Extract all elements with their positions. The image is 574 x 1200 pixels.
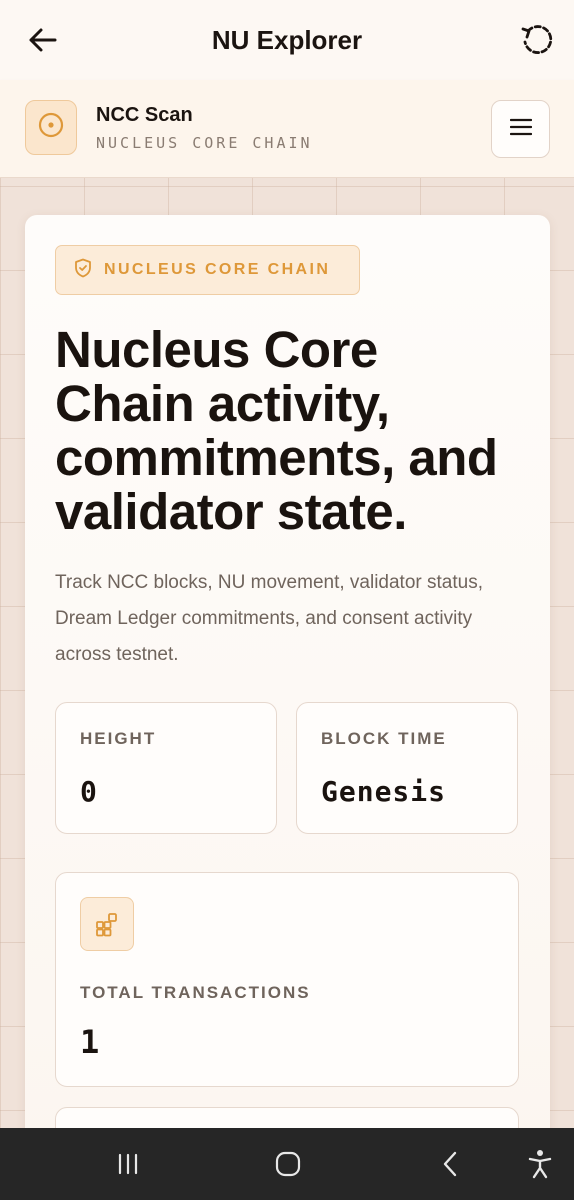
site-header <box>0 80 574 178</box>
brand-logo[interactable] <box>25 100 77 155</box>
screen: NU Explorer NCC Scan NUCLEUS CORE CHAIN … <box>0 0 574 1200</box>
reload-icon[interactable] <box>516 20 558 60</box>
transactions-label: TOTAL TRANSACTIONS <box>80 983 311 1002</box>
hamburger-menu-icon <box>509 118 532 141</box>
home-icon[interactable] <box>268 1146 308 1182</box>
shield-icon <box>74 258 92 283</box>
brand-name[interactable]: NCC Scan <box>96 104 193 127</box>
system-nav-bar <box>0 1128 574 1200</box>
target-circle-icon <box>37 111 65 144</box>
back-chevron-icon[interactable] <box>430 1146 470 1182</box>
stat-card-block-time: BLOCK TIME Genesis <box>296 702 518 834</box>
blocks-icon <box>80 897 134 951</box>
app-bar: NU Explorer <box>0 0 574 80</box>
app-title: NU Explorer <box>211 24 363 55</box>
brand-subtitle: NUCLEUS CORE CHAIN <box>96 134 313 152</box>
transactions-value: 1 <box>80 1023 100 1061</box>
stat-value: 0 <box>80 775 98 808</box>
stat-label: BLOCK TIME <box>321 729 447 748</box>
stat-card-height: HEIGHT 0 <box>55 702 277 834</box>
hero-card: NUCLEUS CORE CHAIN Nucleus Core Chain ac… <box>25 215 550 1200</box>
stat-value: Genesis <box>321 775 447 808</box>
network-tag: NUCLEUS CORE CHAIN <box>55 245 360 295</box>
total-transactions-card: TOTAL TRANSACTIONS 1 <box>55 872 519 1087</box>
recents-icon[interactable] <box>108 1146 148 1182</box>
stat-label: HEIGHT <box>80 729 157 748</box>
network-tag-label: NUCLEUS CORE CHAIN <box>104 261 331 278</box>
menu-button[interactable] <box>491 100 550 158</box>
page-headline: Nucleus Core Chain activity, commitments… <box>55 321 498 540</box>
accessibility-icon[interactable] <box>520 1146 560 1182</box>
page-intro: Track NCC blocks, NU movement, validator… <box>55 572 483 665</box>
arrow-left-icon[interactable] <box>22 22 62 58</box>
